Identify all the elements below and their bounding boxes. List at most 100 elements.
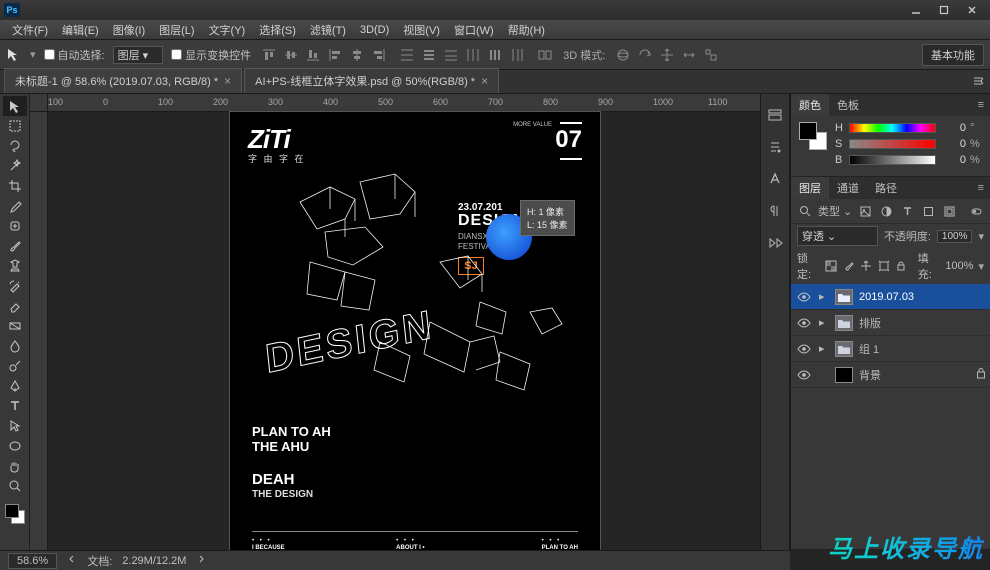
distribute-vcenter-icon[interactable]	[419, 45, 439, 65]
distribute-hcenter-icon[interactable]	[485, 45, 505, 65]
menu-1[interactable]: 编辑(E)	[56, 20, 105, 40]
hand-tool[interactable]	[3, 456, 27, 476]
paragraph-dock-icon[interactable]	[764, 200, 786, 222]
menu-9[interactable]: 窗口(W)	[448, 20, 500, 40]
filter-toggle-icon[interactable]	[968, 203, 984, 219]
tool-preset-dropdown[interactable]: ▾	[30, 48, 36, 61]
show-transform-checkbox[interactable]: 显示变换控件	[171, 47, 251, 63]
filter-pixel-icon[interactable]	[857, 203, 873, 219]
layer-kind-dropdown[interactable]: 类型 ⌄	[818, 203, 852, 219]
menu-7[interactable]: 3D(D)	[354, 22, 395, 38]
menu-5[interactable]: 选择(S)	[253, 20, 302, 40]
vertical-ruler[interactable]	[30, 112, 48, 550]
magic-wand-tool[interactable]	[3, 156, 27, 176]
history-dock-icon[interactable]	[764, 104, 786, 126]
align-right-icon[interactable]	[369, 45, 389, 65]
color-panel-swatch[interactable]	[799, 122, 827, 150]
clone-stamp-tool[interactable]	[3, 256, 27, 276]
lock-all-icon[interactable]	[895, 259, 908, 273]
actions-dock-icon[interactable]	[764, 232, 786, 254]
tab-swatches[interactable]: 色板	[829, 94, 867, 116]
visibility-eye-icon[interactable]	[795, 370, 813, 380]
canvas-artboard[interactable]: ZiTi 字 由 字 在 MORE VALUE 07 23.07.201 DES…	[230, 112, 600, 550]
filter-type-icon[interactable]	[899, 203, 915, 219]
align-bottom-icon[interactable]	[303, 45, 323, 65]
status-menu-chevron[interactable]	[196, 554, 206, 567]
window-minimize-button[interactable]	[902, 2, 930, 18]
eraser-tool[interactable]	[3, 296, 27, 316]
layers-panel-menu-icon[interactable]: ≡	[972, 182, 990, 194]
filter-kind-icon[interactable]	[797, 203, 813, 219]
menu-10[interactable]: 帮助(H)	[502, 20, 551, 40]
gradient-tool[interactable]	[3, 316, 27, 336]
blur-tool[interactable]	[3, 336, 27, 356]
tab-layers[interactable]: 图层	[791, 177, 829, 199]
zoom-step-left[interactable]	[67, 554, 77, 567]
properties-dock-icon[interactable]	[764, 136, 786, 158]
fill-value[interactable]: 100%	[945, 260, 973, 272]
workspace-switcher[interactable]: 基本功能	[922, 44, 984, 66]
blend-mode-dropdown[interactable]: 穿透 ⌄	[797, 226, 878, 246]
distribute-bottom-icon[interactable]	[441, 45, 461, 65]
align-hcenter-icon[interactable]	[347, 45, 367, 65]
tab-color[interactable]: 颜色	[791, 94, 829, 116]
healing-brush-tool[interactable]	[3, 216, 27, 236]
zoom-tool[interactable]	[3, 476, 27, 496]
menu-8[interactable]: 视图(V)	[397, 20, 446, 40]
slide-3d-icon[interactable]	[679, 45, 699, 65]
menu-3[interactable]: 图层(L)	[153, 20, 200, 40]
caret-icon[interactable]: ▸	[819, 342, 829, 355]
align-top-icon[interactable]	[259, 45, 279, 65]
tab-channels[interactable]: 通道	[829, 177, 867, 199]
character-dock-icon[interactable]	[764, 168, 786, 190]
tab-overflow-button[interactable]	[972, 75, 984, 90]
visibility-eye-icon[interactable]	[795, 292, 813, 302]
ruler-origin[interactable]	[30, 94, 48, 112]
type-tool[interactable]	[3, 396, 27, 416]
pan-3d-icon[interactable]	[657, 45, 677, 65]
zoom-level[interactable]: 58.6%	[8, 553, 57, 569]
auto-align-icon[interactable]	[535, 45, 555, 65]
document-tab-0[interactable]: 未标题-1 @ 58.6% (2019.07.03, RGB/8) *×	[4, 68, 242, 93]
opacity-value[interactable]: 100%	[937, 230, 973, 243]
color-slider-b[interactable]	[849, 155, 936, 165]
menu-2[interactable]: 图像(I)	[107, 20, 151, 40]
lock-artboard-icon[interactable]	[877, 259, 890, 273]
window-maximize-button[interactable]	[930, 2, 958, 18]
slider-value[interactable]: 0	[940, 122, 966, 134]
align-vcenter-icon[interactable]	[281, 45, 301, 65]
roll-3d-icon[interactable]	[635, 45, 655, 65]
filter-shape-icon[interactable]	[920, 203, 936, 219]
history-brush-tool[interactable]	[3, 276, 27, 296]
orbit-3d-icon[interactable]	[613, 45, 633, 65]
distribute-right-icon[interactable]	[507, 45, 527, 65]
crop-tool[interactable]	[3, 176, 27, 196]
caret-icon[interactable]: ▸	[819, 316, 829, 329]
color-slider-h[interactable]	[849, 123, 936, 133]
distribute-top-icon[interactable]	[397, 45, 417, 65]
move-tool[interactable]	[3, 96, 27, 116]
path-select-tool[interactable]	[3, 416, 27, 436]
lasso-tool[interactable]	[3, 136, 27, 156]
menu-6[interactable]: 滤镜(T)	[304, 20, 352, 40]
eyedropper-tool[interactable]	[3, 196, 27, 216]
filter-adjust-icon[interactable]	[878, 203, 894, 219]
window-close-button[interactable]	[958, 2, 986, 18]
filter-smart-icon[interactable]	[941, 203, 957, 219]
auto-select-checkbox[interactable]: 自动选择:	[44, 47, 105, 63]
slider-value[interactable]: 0	[940, 154, 966, 166]
lock-position-icon[interactable]	[860, 259, 873, 273]
layer-row[interactable]: ▸组 1	[791, 336, 990, 362]
align-left-icon[interactable]	[325, 45, 345, 65]
distribute-left-icon[interactable]	[463, 45, 483, 65]
close-tab-icon[interactable]: ×	[481, 74, 488, 88]
scale-3d-icon[interactable]	[701, 45, 721, 65]
layer-row[interactable]: ▸排版	[791, 310, 990, 336]
lock-transparency-icon[interactable]	[825, 259, 838, 273]
marquee-tool[interactable]	[3, 116, 27, 136]
color-swatch-pair[interactable]	[3, 502, 27, 526]
shape-tool[interactable]	[3, 436, 27, 456]
tab-paths[interactable]: 路径	[867, 177, 905, 199]
color-slider-s[interactable]	[849, 139, 936, 149]
pen-tool[interactable]	[3, 376, 27, 396]
